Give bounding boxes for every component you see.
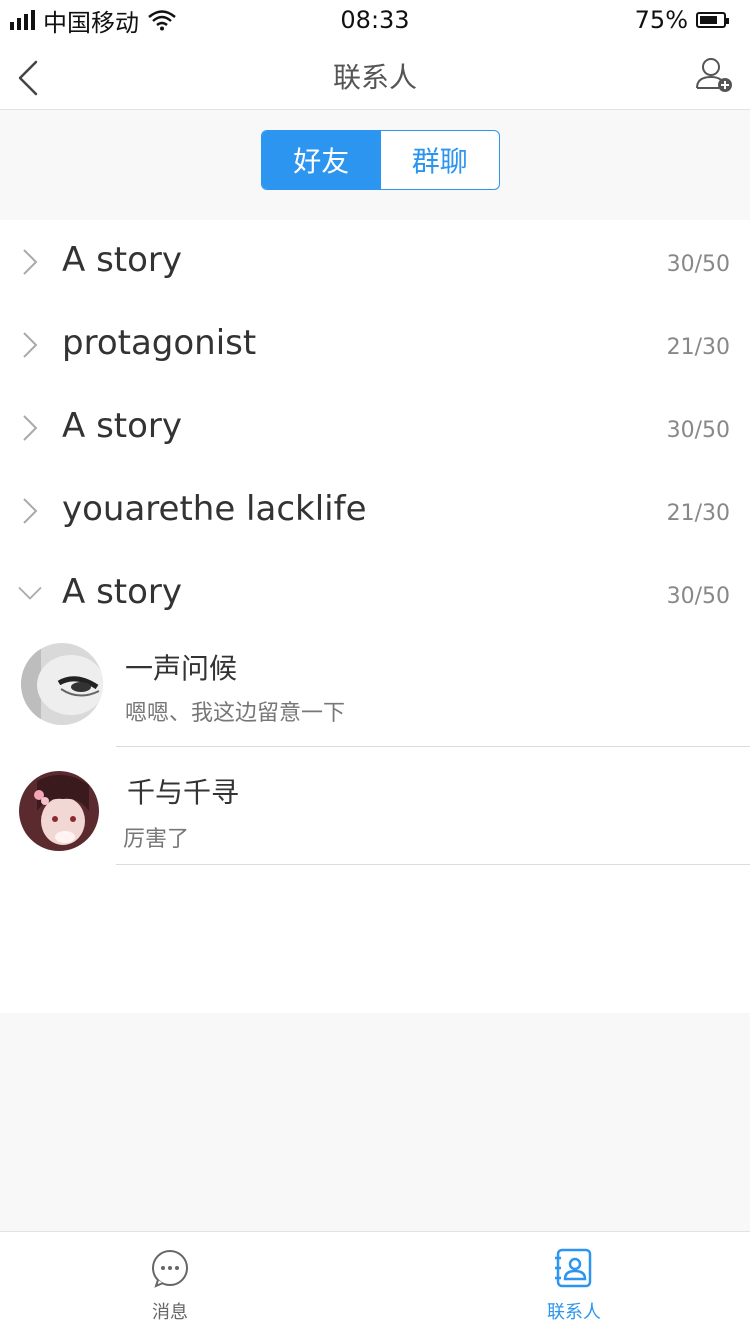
tab-contacts[interactable]: 联系人 <box>514 1232 634 1335</box>
contact-last-message: 厉害了 <box>123 827 190 852</box>
status-time: 08:33 <box>340 6 410 34</box>
group-row[interactable]: A story 30/50 <box>0 220 750 303</box>
chevron-right-icon <box>23 249 38 275</box>
group-count: 30/50 <box>666 252 730 277</box>
bottom-tab-bar: 消息 联系人 <box>0 1231 750 1334</box>
tab-group-chats[interactable]: 群聊 <box>381 131 500 189</box>
group-name: A story <box>62 240 183 280</box>
battery-fill <box>700 16 717 24</box>
group-name: A story <box>62 572 183 612</box>
page-title: 联系人 <box>332 61 417 94</box>
status-bar: 中国移动 08:33 75% <box>0 0 750 40</box>
group-count: 30/50 <box>666 418 730 443</box>
contact-item[interactable]: 一声问候 嗯嗯、我这边留意一下 <box>0 635 750 747</box>
group-count: 21/30 <box>666 335 730 360</box>
group-row-expanded[interactable]: A story 30/50 <box>0 552 750 635</box>
chevron-right-icon <box>23 498 38 524</box>
tab-label: 联系人 <box>547 1302 601 1323</box>
add-contact-icon[interactable] <box>694 54 734 94</box>
tab-messages[interactable]: 消息 <box>110 1232 230 1335</box>
avatar <box>19 771 99 851</box>
chevron-right-icon <box>23 415 38 441</box>
nav-bar: 联系人 <box>0 40 750 110</box>
battery-icon <box>696 12 729 28</box>
group-count: 21/30 <box>666 501 730 526</box>
contact-last-message: 嗯嗯、我这边留意一下 <box>125 701 346 726</box>
contact-item[interactable]: 千与千寻 厉害了 <box>0 747 750 865</box>
segment-area: 好友 群聊 <box>0 110 750 220</box>
contacts-book-icon <box>555 1248 592 1288</box>
group-name: protagonist <box>62 323 257 363</box>
avatar <box>21 643 103 725</box>
friend-group-toggle: 好友 群聊 <box>261 130 500 190</box>
group-row[interactable]: A story 30/50 <box>0 386 750 469</box>
group-row[interactable]: youarethe lacklife 21/30 <box>0 469 750 552</box>
group-row[interactable]: protagonist 21/30 <box>0 303 750 386</box>
contact-name: 千与千寻 <box>127 776 240 809</box>
contact-groups-list: A story 30/50 protagonist 21/30 A story … <box>0 220 750 865</box>
chevron-right-icon <box>23 332 38 358</box>
group-name: youarethe lacklife <box>62 489 367 529</box>
empty-area <box>0 1013 750 1231</box>
group-name: A story <box>62 406 183 446</box>
tab-label: 消息 <box>152 1302 188 1323</box>
group-count: 30/50 <box>666 584 730 609</box>
chevron-down-icon <box>18 586 42 600</box>
chat-bubble-icon <box>152 1250 188 1288</box>
divider <box>116 864 750 865</box>
tab-friends[interactable]: 好友 <box>262 131 381 189</box>
contact-name: 一声问候 <box>125 652 238 685</box>
